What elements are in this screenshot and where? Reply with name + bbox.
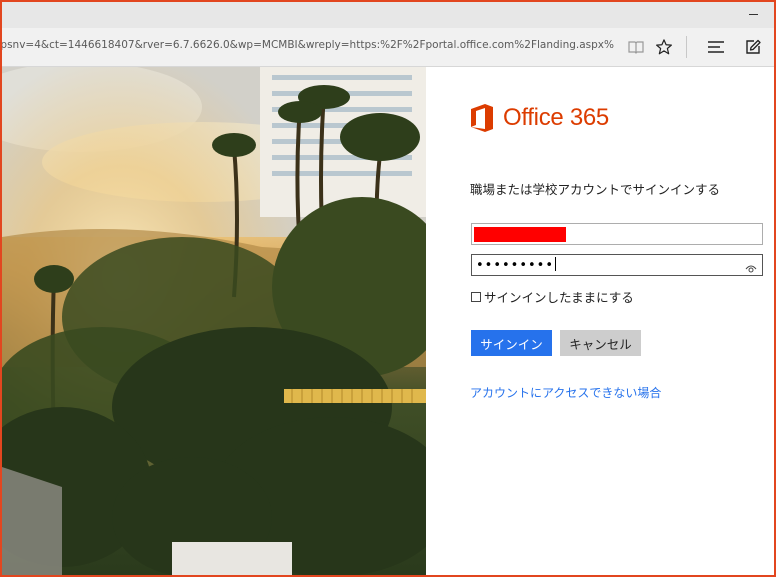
- web-note-icon[interactable]: [742, 36, 764, 58]
- signin-heading: 職場または学校アカウントでサインインする: [470, 182, 721, 197]
- toolbar-separator: [686, 36, 687, 58]
- keep-signed-in-label: サインインしたままにする: [484, 290, 634, 305]
- product-name: Office 365: [503, 104, 609, 131]
- office-logo: Office 365: [469, 103, 609, 133]
- keep-signed-in[interactable]: サインインしたままにする: [471, 287, 634, 306]
- password-input[interactable]: •••••••••: [471, 254, 763, 276]
- url-field[interactable]: ysignin1.0&rpsnv=4&ct=1446618407&rver=6.…: [2, 39, 614, 55]
- hub-icon[interactable]: [705, 36, 727, 58]
- address-bar: ysignin1.0&rpsnv=4&ct=1446618407&rver=6.…: [2, 28, 774, 67]
- title-bar: [2, 2, 774, 28]
- office-logo-icon: [471, 104, 493, 132]
- screenshot-frame: ysignin1.0&rpsnv=4&ct=1446618407&rver=6.…: [0, 0, 776, 577]
- password-mask: •••••••••: [476, 257, 557, 273]
- cancel-button[interactable]: キャンセル: [560, 330, 641, 356]
- palm-tree-scene: [2, 67, 426, 575]
- minimize-icon[interactable]: [749, 14, 758, 15]
- signin-button[interactable]: サインイン: [471, 330, 552, 356]
- username-input[interactable]: [471, 223, 763, 245]
- reveal-password-icon[interactable]: [745, 259, 757, 278]
- url-text: ysignin1.0&rpsnv=4&ct=1446618407&rver=6.…: [2, 39, 614, 51]
- background-photo: [2, 67, 426, 575]
- signin-panel: Office 365 職場または学校アカウントでサインインする ••••••••…: [426, 67, 774, 575]
- cant-access-account-link[interactable]: アカウントにアクセスできない場合: [470, 384, 661, 401]
- favorite-star-icon[interactable]: [653, 36, 675, 58]
- redacted-username: [474, 227, 566, 242]
- keep-signed-in-checkbox[interactable]: [471, 291, 481, 302]
- reading-view-icon[interactable]: [625, 36, 647, 58]
